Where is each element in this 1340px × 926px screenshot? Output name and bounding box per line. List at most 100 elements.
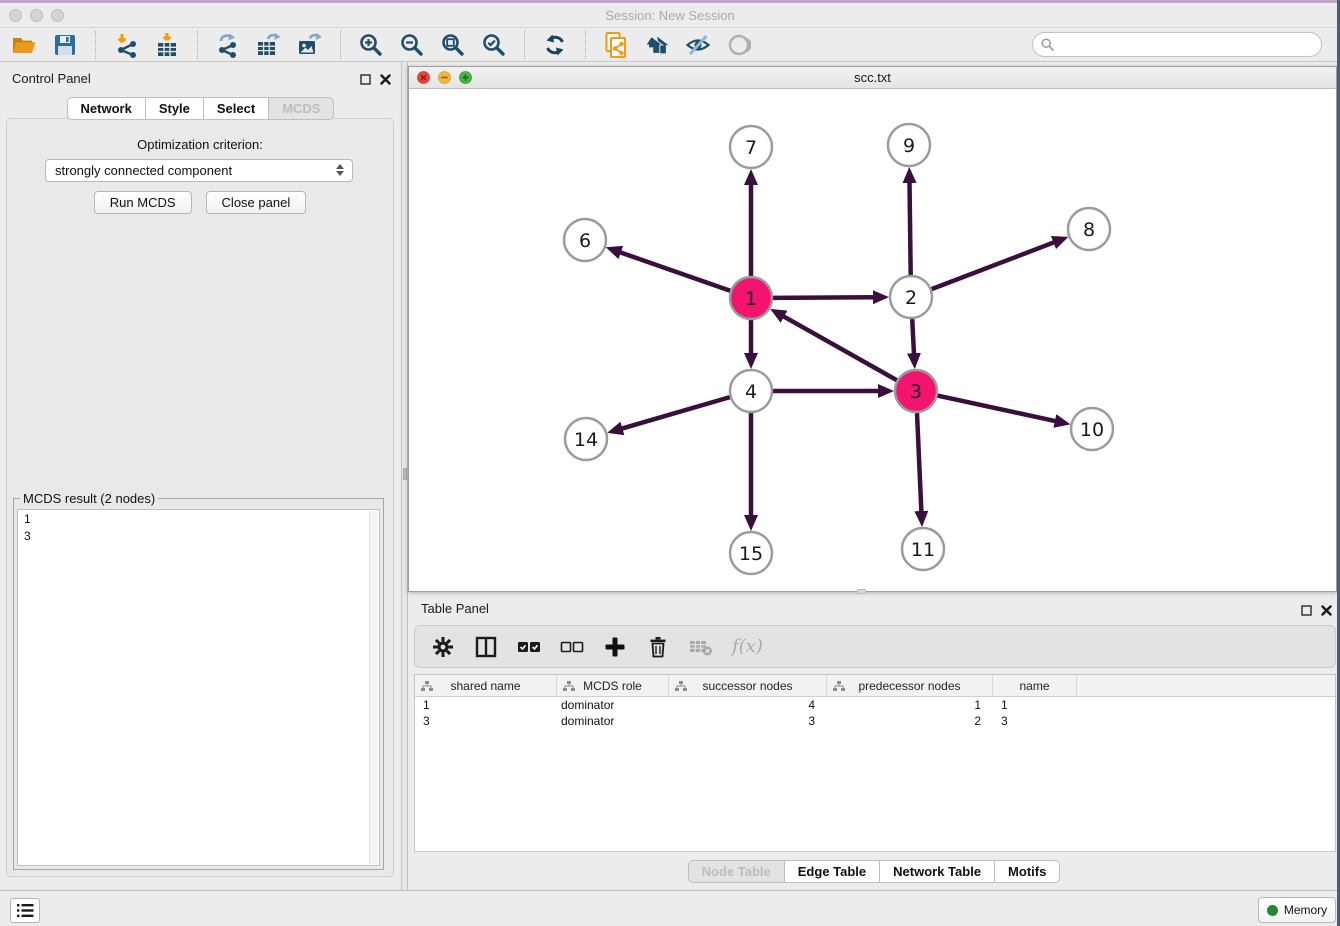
column-header-predecessor-nodes[interactable]: predecessor nodes [827,675,993,696]
svg-text:14: 14 [574,429,598,451]
desktop-edge-top [0,0,1340,3]
edge-2-9[interactable] [910,182,911,275]
node-9[interactable]: 9 [888,124,930,166]
node-2[interactable]: 2 [890,276,932,318]
tab-network[interactable]: Network [67,97,146,120]
export-network-icon[interactable] [214,31,242,59]
hide-panel-eye-icon[interactable] [684,31,712,59]
table-panel-float-icon[interactable] [1301,603,1312,621]
table-panel-title: Table Panel [421,601,489,616]
settings-gear-icon[interactable] [431,635,455,659]
refresh-icon[interactable] [541,31,569,59]
mcds-panel: Optimization criterion: strongly connect… [6,118,394,877]
table-row[interactable]: 1dominator411 [415,697,1335,713]
list-icon [16,903,34,918]
open-folder-icon[interactable] [10,31,38,59]
clone-network-icon[interactable] [602,31,630,59]
run-mcds-button[interactable]: Run MCDS [94,191,192,214]
result-scrollbar[interactable] [369,511,378,864]
tab-style[interactable]: Style [146,97,204,120]
node-7[interactable]: 7 [730,126,772,168]
optimization-criterion-label: Optimization criterion: [7,137,393,152]
mcds-result-group: MCDS result (2 nodes) 13 [13,491,384,870]
column-header-name[interactable]: name [993,675,1077,696]
edge-1-2[interactable] [773,297,874,298]
tab-select[interactable]: Select [204,97,269,120]
tab-mcds[interactable]: MCDS [269,97,334,120]
zoom-fit-icon[interactable] [439,31,467,59]
search-field [1032,32,1322,57]
add-column-icon[interactable] [603,635,627,659]
table-cell: dominator [557,714,669,728]
tab-motifs[interactable]: Motifs [995,860,1060,883]
task-history-button[interactable] [10,898,40,923]
node-11[interactable]: 11 [902,528,944,570]
table-cell: 1 [415,698,557,712]
select-all-icon[interactable] [517,635,541,659]
zoom-out-icon[interactable] [398,31,426,59]
edge-1-6[interactable] [620,252,730,291]
table-header-row: shared nameMCDS rolesuccessor nodesprede… [415,675,1335,697]
node-6[interactable]: 6 [564,219,606,261]
search-icon [1041,38,1054,56]
network-canvas[interactable]: 1 2 3 4 6 7 8 9 10 11 14 15 [409,89,1336,591]
home-icon[interactable] [643,31,671,59]
close-panel-button[interactable]: Close panel [206,191,307,214]
zoom-in-icon[interactable] [357,31,385,59]
panel-splitter-vertical[interactable] [401,62,408,890]
column-header-successor-nodes[interactable]: successor nodes [669,675,827,696]
table-cell: 2 [827,714,993,728]
result-line: 1 [24,511,373,528]
mcds-result-text[interactable]: 13 [17,509,380,866]
node-10[interactable]: 10 [1071,408,1113,450]
criterion-value: strongly connected component [55,163,232,178]
search-input[interactable] [1032,32,1322,57]
table-row[interactable]: 3dominator323 [415,713,1335,729]
edge-2-8[interactable] [932,242,1055,289]
network-window-title: scc.txt [409,70,1336,85]
tab-node-table[interactable]: Node Table [688,860,785,883]
node-3[interactable]: 3 [895,370,937,412]
split-panel-icon[interactable] [474,635,498,659]
control-panel-float-icon[interactable] [360,72,371,90]
splitter-handle[interactable] [403,468,407,480]
delete-column-trash-icon[interactable] [646,635,670,659]
function-builder-icon-disabled: f(x) [732,636,763,657]
node-8[interactable]: 8 [1068,208,1110,250]
node-14[interactable]: 14 [565,418,607,460]
edge-4-14[interactable] [622,397,730,429]
toolbar-separator [197,31,198,59]
memory-button[interactable]: Memory [1258,897,1336,923]
import-table-icon[interactable] [153,31,181,59]
zoom-selected-icon[interactable] [480,31,508,59]
table-panel-tabs: Node TableEdge TableNetwork TableMotifs [408,860,1340,883]
birdseye-disabled-icon[interactable] [725,31,753,59]
svg-text:1: 1 [745,288,757,310]
deselect-all-icon[interactable] [560,635,584,659]
node-15[interactable]: 15 [730,532,772,574]
node-4[interactable]: 4 [730,370,772,412]
edge-2-3[interactable] [912,319,914,354]
node-table[interactable]: shared nameMCDS rolesuccessor nodesprede… [414,674,1336,852]
export-table-icon[interactable] [255,31,283,59]
table-panel-close-icon[interactable] [1321,603,1332,621]
column-header-shared-name[interactable]: shared name [415,675,557,696]
tab-edge-table[interactable]: Edge Table [785,860,880,883]
svg-text:9: 9 [903,135,915,157]
edge-3-11[interactable] [917,413,921,512]
tab-network-table[interactable]: Network Table [880,860,995,883]
edge-3-1[interactable] [783,316,897,380]
import-network-icon[interactable] [112,31,140,59]
main-toolbar [0,28,1340,62]
export-image-icon[interactable] [296,31,324,59]
control-panel-close-icon[interactable] [380,72,391,90]
network-view-window: scc.txt 1 2 3 4 6 7 8 9 10 11 14 15 [408,66,1337,592]
node-1[interactable]: 1 [730,277,772,319]
save-icon[interactable] [51,31,79,59]
column-header-MCDS-role[interactable]: MCDS role [557,675,669,696]
panel-splitter-horizontal-handle[interactable] [857,589,866,594]
toolbar-separator [524,31,525,59]
network-window-titlebar[interactable]: scc.txt [409,67,1336,89]
criterion-select[interactable]: strongly connected component [45,159,353,182]
edge-3-10[interactable] [938,396,1056,422]
